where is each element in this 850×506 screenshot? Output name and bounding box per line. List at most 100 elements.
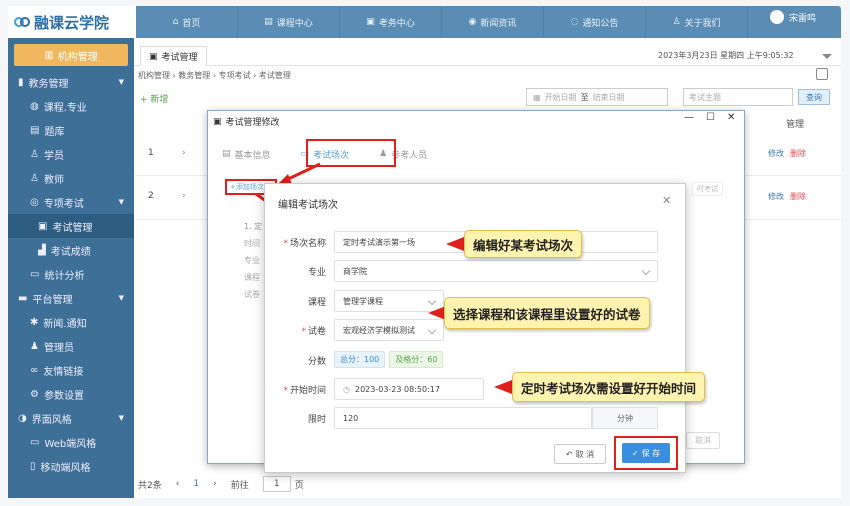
session-tag: 时考试: [692, 182, 723, 196]
nav-about[interactable]: ♙ 关于我们: [646, 6, 748, 38]
label-text: 分数: [307, 357, 326, 367]
nav-notices[interactable]: ◌ 通知公告: [544, 6, 646, 38]
nav-label: 关于我们: [684, 18, 721, 29]
org-management-button[interactable]: ▥ 机构管理: [14, 44, 128, 66]
sidebar-item-platform[interactable]: ▬ 平台管理 ▼: [8, 286, 134, 310]
time-limit-input[interactable]: 120: [334, 407, 592, 429]
chevron-down-icon: ▼: [118, 198, 124, 206]
sidebar-item-links[interactable]: ∞ 友情链接: [8, 358, 134, 382]
sidebar-item-statistics[interactable]: ▭ 统计分析: [8, 262, 134, 286]
nav-courses[interactable]: ▤ 课程中心: [238, 6, 340, 38]
monitor-icon: ▭: [30, 268, 40, 280]
sidebar-item-web-style[interactable]: ▭ Web端风格: [8, 430, 134, 454]
delete-button[interactable]: 删除: [790, 148, 806, 159]
pass-score-tag: 及格分：60: [389, 351, 444, 368]
sidebar-label: Web端风格: [44, 438, 97, 450]
label-text: 开始时间: [289, 386, 326, 396]
end-date-field[interactable]: 结束日期: [593, 92, 625, 103]
row-actions: 修改 删除: [768, 148, 806, 159]
print-icon[interactable]: [816, 68, 828, 80]
limit-unit: 分钟: [592, 407, 658, 429]
tab-exam-management[interactable]: ▣ 考试管理: [140, 46, 207, 66]
label: 专业: [244, 256, 260, 265]
logo-text: 融课云学院: [34, 13, 110, 32]
chevron-down-icon[interactable]: [822, 54, 832, 59]
minimize-icon[interactable]: —: [684, 112, 694, 123]
edit-button[interactable]: 修改: [768, 148, 784, 159]
row-actions: 修改 删除: [768, 191, 806, 202]
nav-label: 通知公告: [582, 18, 619, 29]
goto-input[interactable]: 1: [262, 476, 291, 492]
exam-icon: ▣: [366, 17, 375, 27]
label-text: 场次名称: [289, 239, 326, 249]
list-icon: ▤: [222, 149, 231, 159]
nav-news[interactable]: ◉ 新闻资讯: [442, 6, 544, 38]
prev-page-icon[interactable]: ‹: [176, 479, 180, 489]
phone-icon: ▯: [30, 460, 36, 472]
building-icon: ▥: [44, 49, 54, 61]
sidebar-item-students[interactable]: ♙ 学员: [8, 142, 134, 166]
info-icon: ♙: [672, 17, 681, 27]
sidebar-item-mobile-style[interactable]: ▯ 移动端风格: [8, 454, 134, 478]
news-icon: ✱: [30, 316, 39, 328]
sidebar-label: 界面风格: [31, 414, 72, 426]
sidebar-item-question-bank[interactable]: ▤ 题库: [8, 118, 134, 142]
cancel-button[interactable]: ↶ 取 消: [554, 444, 606, 464]
logo[interactable]: 融课云学院: [8, 6, 136, 38]
field-label: * 场次名称: [283, 239, 326, 249]
link-icon: ∞: [30, 364, 39, 376]
sidebar-label: 考试管理: [52, 222, 93, 234]
sidebar-label: 统计分析: [44, 270, 85, 282]
next-page-icon[interactable]: ›: [213, 479, 217, 489]
start-date-field[interactable]: 开始日期: [545, 92, 577, 103]
sidebar-label: 参数设置: [43, 390, 84, 402]
sidebar-label: 题库: [44, 126, 65, 138]
paper-select[interactable]: 宏观经济学模拟测试: [334, 319, 444, 341]
sidebar-label: 专项考试: [43, 198, 84, 210]
add-button[interactable]: + 新增: [140, 88, 168, 108]
delete-button[interactable]: 删除: [790, 191, 806, 202]
sidebar-label: 学员: [43, 150, 64, 162]
sidebar-item-news[interactable]: ✱ 新闻.通知: [8, 310, 134, 334]
nav-home[interactable]: ⌂ 首页: [136, 6, 238, 38]
tab-label: 考试管理: [161, 53, 198, 63]
column-header-manage: 管理: [786, 120, 805, 130]
sidebar-item-teachers[interactable]: ♙ 教师: [8, 166, 134, 190]
sidebar-item-theme[interactable]: ◑ 界面风格 ▼: [8, 406, 134, 430]
edit-button[interactable]: 修改: [768, 191, 784, 202]
start-time-picker[interactable]: ◷ 2023-03-23 08:50:17: [334, 378, 484, 400]
screen-icon: ▬: [18, 292, 28, 304]
close-icon[interactable]: ✕: [727, 112, 735, 123]
page-number[interactable]: 1: [193, 479, 199, 489]
user-menu[interactable]: 宋雷鸣: [770, 10, 816, 24]
sidebar-label: 平台管理: [32, 294, 73, 306]
callout-start-time: 定时考试场次需设置好开始时间: [512, 372, 706, 402]
close-icon[interactable]: ✕: [662, 194, 671, 207]
field-label: 分数: [264, 354, 326, 367]
sidebar-item-academic[interactable]: ▮ 教务管理 ▼: [8, 70, 134, 94]
tab-basic-info[interactable]: ▤ 基本信息: [222, 142, 271, 166]
label: 课程: [244, 273, 260, 282]
sidebar-item-exam-scores[interactable]: ▟ 考试成绩: [8, 238, 134, 262]
label-text: 课程: [307, 298, 326, 308]
start-time-value: 2023-03-23 08:50:17: [354, 384, 440, 394]
query-button[interactable]: 查询: [798, 89, 830, 105]
maximize-icon[interactable]: ☐: [706, 112, 715, 123]
field-label: * 开始时间: [283, 386, 326, 396]
outer-cancel-button[interactable]: 取消: [686, 432, 720, 449]
expand-icon[interactable]: ›: [182, 148, 186, 158]
sidebar-item-params[interactable]: ⚙ 参数设置: [8, 382, 134, 406]
keyword-input[interactable]: 考试主题: [683, 88, 793, 106]
sidebar-item-course-major[interactable]: ◍ 课程.专业: [8, 94, 134, 118]
sidebar-item-exam-management[interactable]: ▣ 考试管理: [8, 214, 134, 238]
sidebar-label: 教务管理: [28, 78, 69, 90]
sidebar-item-special-exam[interactable]: ◎ 专项考试 ▼: [8, 190, 134, 214]
admin-icon: ♟: [30, 340, 39, 352]
major-select[interactable]: 商学院: [334, 260, 658, 282]
callout-edit-session: 编辑好某考试场次: [464, 230, 583, 258]
expand-icon[interactable]: ›: [182, 191, 186, 201]
label-text: 专业: [307, 268, 326, 278]
nav-exams[interactable]: ▣ 考务中心: [340, 6, 442, 38]
date-range[interactable]: ▦ 开始日期至结束日期: [526, 88, 668, 106]
sidebar-item-admins[interactable]: ♟ 管理员: [8, 334, 134, 358]
